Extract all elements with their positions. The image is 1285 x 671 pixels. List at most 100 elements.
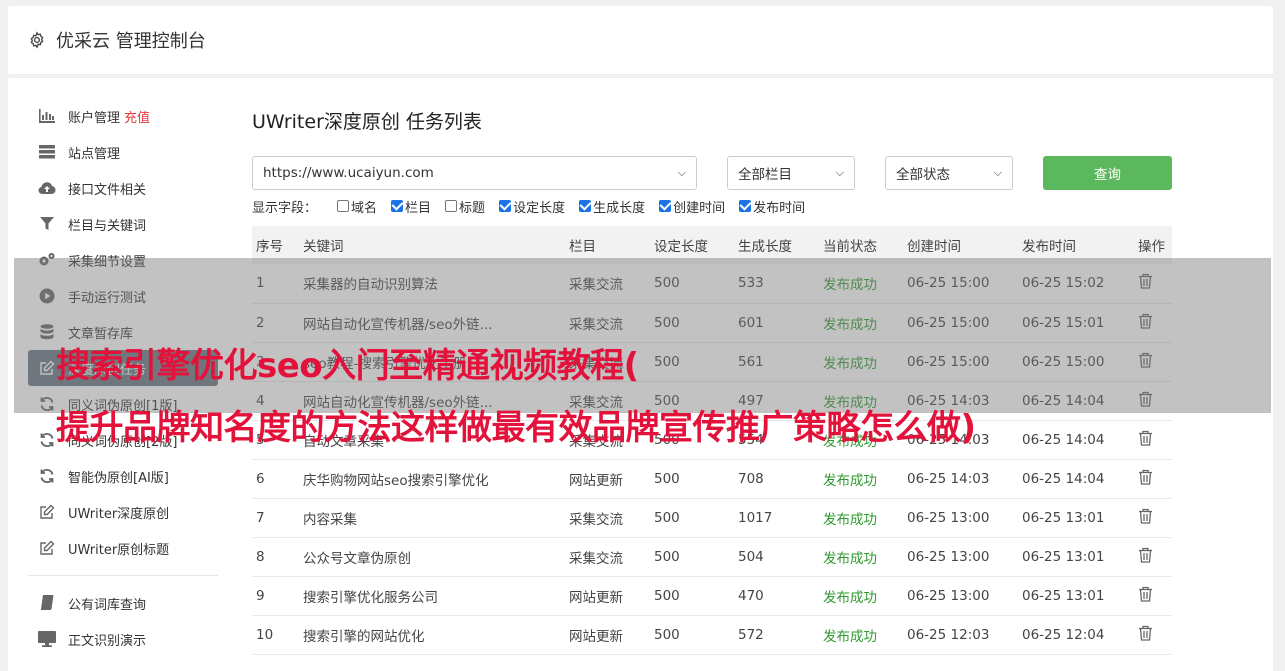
checkbox-unchecked[interactable] — [445, 200, 458, 212]
table-cell: 06-25 12:04 — [1022, 626, 1105, 643]
table-row: 6 庆华购物网站seo搜索引擎优化 网站更新 500 708 发布成功 06-25 14:0… — [252, 459, 1172, 498]
sidebar-item-label: 接口文件相关 — [68, 182, 147, 198]
field-checkbox-label: 标题 — [459, 200, 486, 216]
table-cell: 500 — [654, 470, 680, 487]
table-cell: 搜索引擎优化服务公司 — [303, 589, 438, 606]
checkbox-checked[interactable] — [499, 200, 512, 212]
field-checkbox[interactable]: 标题 — [445, 197, 485, 216]
table-cell: 06-25 12:03 — [907, 626, 990, 643]
field-checkbox[interactable]: 发布时间 — [739, 197, 805, 216]
overlay-title-line2: 提升品牌知名度的方法这样做最有效品牌宣传推广策略怎么做) — [56, 408, 976, 448]
chevron-down-icon: ⌵ — [835, 166, 844, 179]
table-row: 10 搜索引擎的网站优化 网站更新 500 572 发布成功 06-25 12:03 06-2… — [252, 615, 1172, 654]
action-cell — [1134, 537, 1172, 576]
trash-icon[interactable] — [1138, 469, 1154, 485]
table-cell: 470 — [738, 587, 764, 604]
field-checkbox[interactable]: 设定长度 — [499, 197, 565, 216]
filter-icon — [38, 216, 56, 232]
field-checkbox-label: 发布时间 — [753, 200, 806, 216]
table-cell: 500 — [654, 626, 680, 643]
field-checkbox-label: 设定长度 — [513, 200, 566, 216]
edit-icon — [38, 504, 56, 520]
action-cell — [1134, 498, 1172, 537]
field-checkbox[interactable]: 创建时间 — [659, 197, 725, 216]
table-cell: 6 — [256, 470, 265, 487]
page-title: UWriter深度原创 任务列表 — [252, 110, 482, 133]
book-icon — [38, 595, 56, 611]
table-cell: 网站更新 — [569, 472, 623, 489]
refresh-icon — [38, 432, 56, 448]
table-cell: 8 — [256, 548, 265, 565]
table-cell: 06-25 13:01 — [1022, 509, 1105, 526]
overlay-band — [14, 258, 1271, 413]
sidebar-item-label: 智能伪原创[AI版] — [68, 470, 169, 486]
table-cell: 06-25 14:04 — [1022, 470, 1105, 487]
checkbox-unchecked[interactable] — [337, 200, 350, 212]
sidebar-item[interactable]: 公有词库查询 — [28, 585, 218, 621]
server-icon — [38, 144, 56, 160]
table-cell: 504 — [738, 548, 764, 565]
sidebar-item[interactable]: 账户管理 充值 — [28, 98, 218, 134]
sidebar-item[interactable]: 栏目与关键词 — [28, 206, 218, 242]
table-cell: 9 — [256, 587, 265, 604]
table-cell: 公众号文章伪原创 — [303, 550, 411, 567]
table-cell: 500 — [654, 548, 680, 565]
table-cell: 500 — [654, 509, 680, 526]
field-checkbox[interactable]: 生成长度 — [579, 197, 645, 216]
trash-icon[interactable] — [1138, 625, 1154, 641]
checkbox-checked[interactable] — [579, 200, 592, 212]
table-row: 9 搜索引擎优化服务公司 网站更新 500 470 发布成功 06-25 13:00 06-2… — [252, 576, 1172, 615]
sidebar-item[interactable]: 站点管理 — [28, 134, 218, 170]
table-cell: 发布成功 — [823, 550, 877, 567]
sidebar-item[interactable]: 接口文件相关 — [28, 170, 218, 206]
trash-icon[interactable] — [1138, 547, 1154, 563]
chevron-down-icon: ⌵ — [677, 166, 686, 179]
table-cell: 06-25 14:04 — [1022, 431, 1105, 448]
sidebar-item-label: UWriter原创标题 — [68, 542, 170, 558]
action-cell — [1134, 576, 1172, 615]
status-select[interactable]: 全部状态 ⌵ — [885, 156, 1013, 190]
monitor-icon — [38, 631, 56, 647]
field-checkbox-label: 创建时间 — [673, 200, 726, 216]
overlay-title-line1: 搜索引擎优化seo入门至精通视频教程( — [56, 346, 639, 386]
sidebar-item-label: 账户管理 — [68, 110, 121, 126]
table-cell: 发布成功 — [823, 511, 877, 528]
query-button[interactable]: 查询 — [1043, 156, 1172, 190]
field-checkbox[interactable]: 域名 — [337, 197, 377, 216]
column-select[interactable]: 全部栏目 ⌵ — [727, 156, 855, 190]
status-select-value: 全部状态 — [896, 167, 950, 183]
site-select[interactable]: https://www.ucaiyun.com ⌵ — [252, 156, 697, 190]
table-cell: 10 — [256, 626, 274, 643]
trash-icon[interactable] — [1138, 430, 1154, 446]
refresh-icon — [38, 468, 56, 484]
field-checkbox-label: 域名 — [351, 200, 378, 216]
sidebar-item-label: UWriter深度原创 — [68, 506, 170, 522]
recharge-link[interactable]: 充值 — [124, 107, 150, 126]
sidebar-item[interactable]: UWriter原创标题 — [28, 530, 218, 566]
table-cell: 06-25 13:00 — [907, 509, 990, 526]
trash-icon[interactable] — [1138, 508, 1154, 524]
checkbox-checked[interactable] — [739, 200, 752, 212]
cloud-upload-icon — [38, 180, 56, 196]
sidebar-item[interactable]: UWriter深度原创 — [28, 494, 218, 530]
table-row: 8 公众号文章伪原创 采集交流 500 504 发布成功 06-25 13:00 06-25 … — [252, 537, 1172, 576]
sidebar-item-label: 正文识别演示 — [68, 633, 147, 649]
sidebar-item[interactable]: 智能伪原创[AI版] — [28, 458, 218, 494]
sidebar-divider — [28, 575, 218, 576]
table-cell: 708 — [738, 470, 764, 487]
table-cell: 发布成功 — [823, 472, 877, 489]
trash-icon[interactable] — [1138, 586, 1154, 602]
table-cell: 7 — [256, 509, 265, 526]
field-checkbox[interactable]: 栏目 — [391, 197, 431, 216]
action-cell — [1134, 615, 1172, 654]
checkbox-checked[interactable] — [659, 200, 672, 212]
table-cell: 内容采集 — [303, 511, 357, 528]
table-cell: 发布成功 — [823, 628, 877, 645]
checkbox-checked[interactable] — [391, 200, 404, 212]
filter-bar: https://www.ucaiyun.com ⌵ 全部栏目 ⌵ 全部状态 ⌵ … — [252, 140, 1172, 194]
app-header: 优采云 管理控制台 — [8, 6, 1273, 74]
table-cell: 采集交流 — [569, 550, 623, 567]
table-cell: 网站更新 — [569, 589, 623, 606]
app-title: 优采云 管理控制台 — [56, 31, 206, 52]
sidebar-item[interactable]: 正文识别演示 — [28, 621, 218, 657]
